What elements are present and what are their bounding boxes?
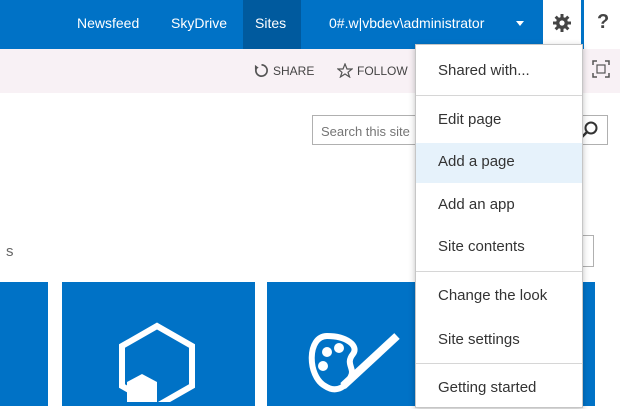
share-label: SHARE bbox=[273, 64, 315, 78]
user-menu[interactable]: 0#.w|vbdev\administrator bbox=[317, 0, 541, 49]
menu-item-getting-started[interactable]: Getting started bbox=[416, 369, 582, 409]
user-name: 0#.w|vbdev\administrator bbox=[329, 15, 485, 31]
help-button[interactable]: ? bbox=[584, 0, 620, 49]
promo-tile-add-app[interactable] bbox=[62, 282, 255, 406]
menu-divider bbox=[416, 95, 582, 96]
settings-button[interactable] bbox=[543, 0, 581, 49]
star-icon bbox=[336, 62, 354, 79]
help-icon: ? bbox=[597, 11, 610, 33]
truncated-heading: s bbox=[6, 243, 14, 260]
menu-item-shared-with[interactable]: Shared with... bbox=[416, 52, 582, 92]
gear-icon bbox=[553, 14, 571, 32]
chevron-down-icon bbox=[516, 21, 524, 26]
nav-sites[interactable]: Sites bbox=[255, 15, 286, 31]
promo-tile-change-look[interactable] bbox=[267, 282, 415, 406]
menu-item-site-settings[interactable]: Site settings bbox=[416, 321, 582, 361]
menu-item-change-the-look[interactable]: Change the look bbox=[416, 277, 582, 317]
menu-divider bbox=[416, 271, 582, 272]
focus-on-content-icon[interactable] bbox=[592, 60, 610, 78]
menu-item-site-contents[interactable]: Site contents bbox=[416, 228, 582, 268]
share-button[interactable]: SHARE bbox=[254, 63, 314, 78]
suite-bar: Newsfeed SkyDrive Sites 0#.w|vbdev\admin… bbox=[0, 0, 620, 49]
search-icon[interactable] bbox=[580, 120, 600, 140]
nav-skydrive[interactable]: SkyDrive bbox=[171, 15, 227, 31]
menu-item-add-a-page[interactable]: Add a page bbox=[416, 143, 582, 183]
promo-tile-4[interactable] bbox=[581, 282, 595, 406]
follow-label: FOLLOW bbox=[357, 64, 408, 78]
menu-item-edit-page[interactable]: Edit page bbox=[416, 101, 582, 141]
settings-dropdown-menu: Shared with... Edit page Add a page Add … bbox=[415, 44, 583, 408]
nav-newsfeed[interactable]: Newsfeed bbox=[77, 15, 139, 31]
palette-icon bbox=[308, 332, 400, 393]
share-icon bbox=[254, 64, 268, 77]
follow-button[interactable]: FOLLOW bbox=[336, 62, 408, 79]
menu-divider bbox=[416, 363, 582, 364]
app-box-icon bbox=[119, 322, 195, 402]
menu-item-add-an-app[interactable]: Add an app bbox=[416, 186, 582, 226]
promo-tile-1[interactable] bbox=[0, 282, 48, 406]
